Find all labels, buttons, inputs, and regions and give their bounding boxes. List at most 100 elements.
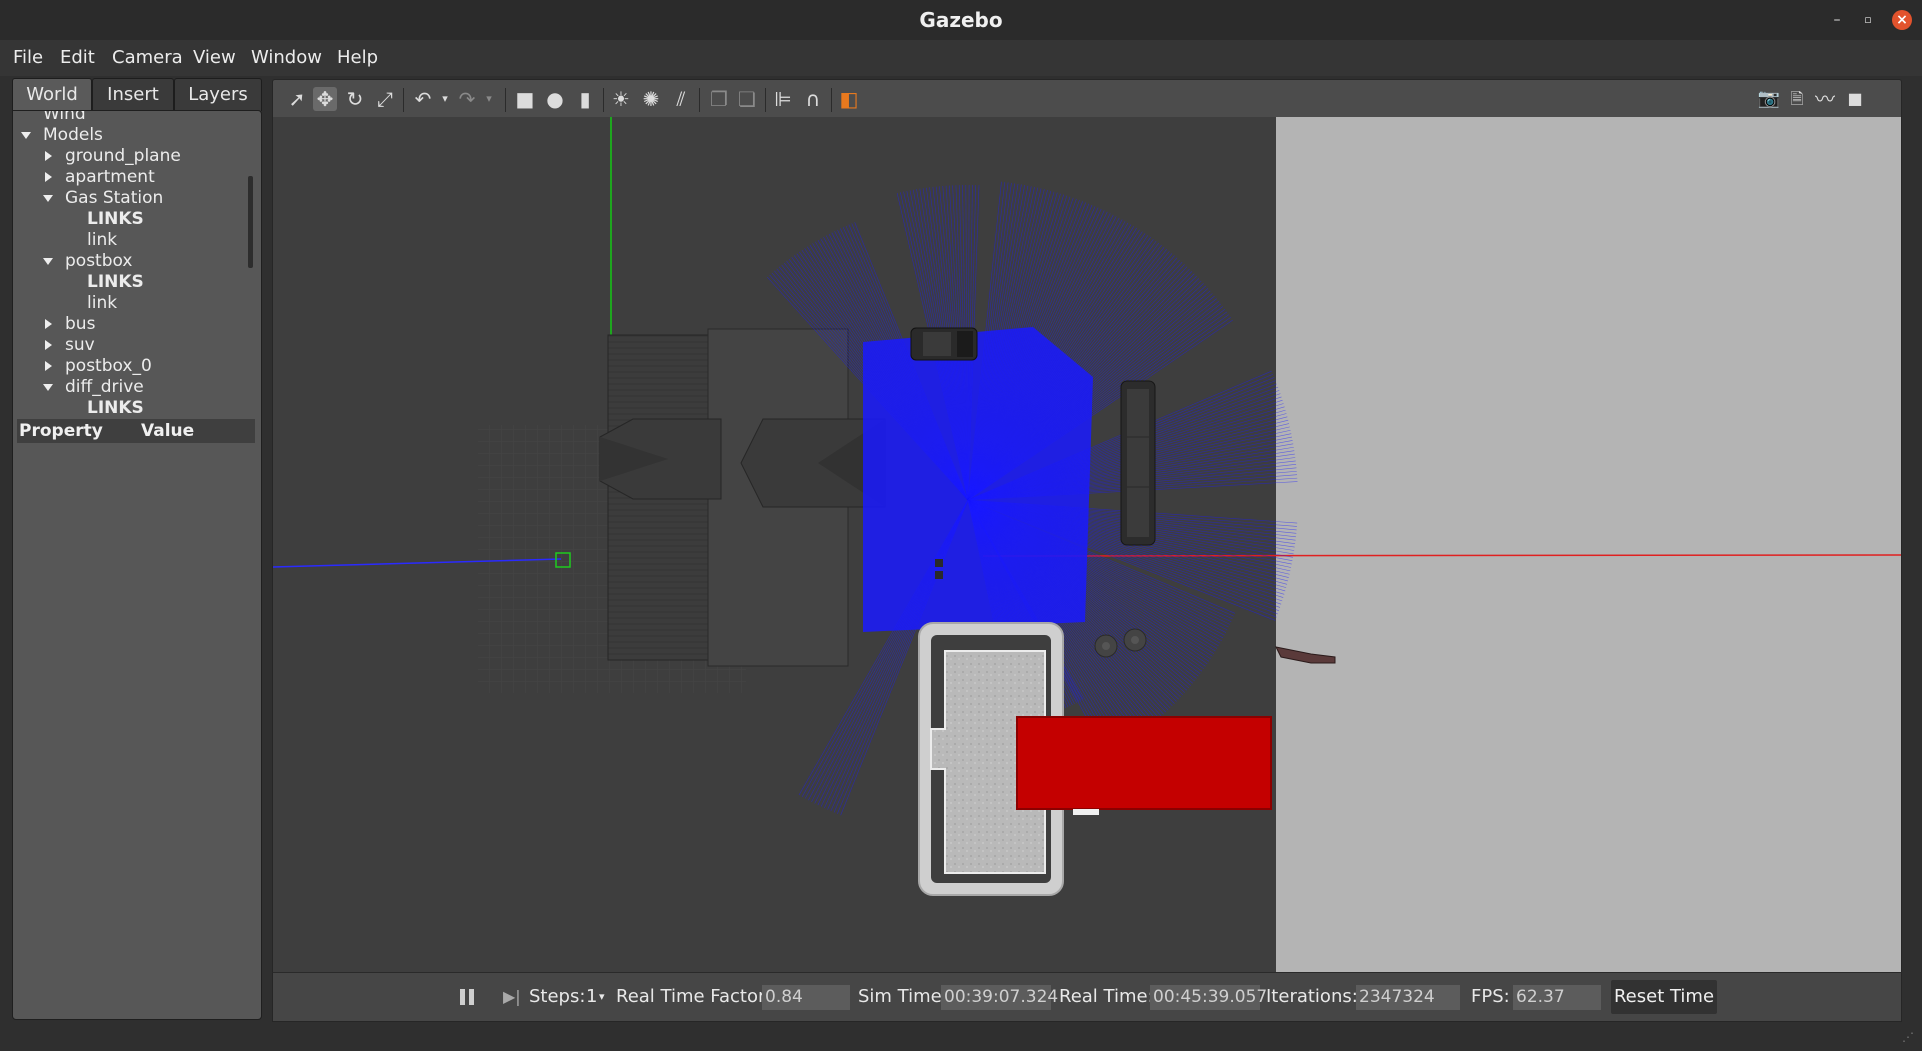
tree-item[interactable]: LINKS: [87, 398, 144, 417]
point-light-icon[interactable]: ☀: [609, 87, 633, 111]
toolbar: ➚ ✥ ↻ ⤢ ↶ ▾ ↷ ▾ ■ ● ▮ ☀ ✺ ⫽ ❐ ❏ ⊫ ∩ ◧ 📷 …: [272, 79, 1902, 119]
real-time-label: Real Time:: [1059, 986, 1154, 1007]
apartment-floor: [1276, 117, 1901, 972]
fps-field: 62.37: [1513, 985, 1601, 1010]
tree-item[interactable]: Models: [43, 125, 103, 145]
toolbar-separator: [699, 88, 700, 112]
maximize-button[interactable]: ▫: [1858, 10, 1878, 30]
tree-item[interactable]: suv: [65, 335, 95, 355]
tree-scrollbar[interactable]: [248, 176, 253, 268]
menu-camera[interactable]: Camera: [112, 40, 183, 76]
select-icon[interactable]: ➚: [285, 87, 309, 111]
toolbar-separator: [765, 88, 766, 112]
collapsed-arrow-icon[interactable]: [45, 172, 52, 182]
rotate-icon[interactable]: ↻: [343, 87, 367, 111]
toolbar-separator: [603, 88, 604, 112]
align-icon[interactable]: ⊫: [771, 87, 795, 111]
world-panel: Wind Models ground_plane apartment Gas Stati…: [12, 110, 262, 1020]
paste-icon[interactable]: ❏: [735, 87, 759, 111]
title-bar: Gazebo – ▫ ×: [0, 0, 1922, 41]
translate-icon[interactable]: ✥: [313, 87, 337, 111]
change-view-icon[interactable]: ◧: [837, 87, 861, 111]
fire-truck-model[interactable]: [1016, 716, 1272, 815]
record-video-icon[interactable]: ■: [1843, 87, 1867, 111]
tab-insert[interactable]: Insert: [92, 78, 174, 111]
menu-view[interactable]: View: [193, 40, 236, 76]
cylinder-icon[interactable]: ▮: [573, 87, 597, 111]
sphere-icon[interactable]: ●: [543, 87, 567, 111]
tree-item[interactable]: apartment: [65, 167, 155, 187]
expand-arrow-icon[interactable]: [43, 384, 53, 391]
scale-icon[interactable]: ⤢: [373, 87, 397, 111]
value-column-header: Value: [141, 421, 195, 441]
pause-icon: [469, 989, 474, 1005]
pause-button[interactable]: [460, 989, 474, 1005]
menu-edit[interactable]: Edit: [60, 40, 95, 76]
step-icon[interactable]: ▶|: [503, 987, 521, 1006]
steps-label: Steps:: [529, 986, 586, 1007]
pause-icon: [460, 989, 465, 1005]
tree-item[interactable]: postbox_0: [65, 356, 152, 376]
scene-render[interactable]: [273, 117, 1901, 972]
suv-model[interactable]: [910, 327, 978, 361]
tab-world[interactable]: World: [12, 78, 92, 111]
window-title: Gazebo: [919, 8, 1003, 32]
screenshot-icon[interactable]: 📷: [1757, 87, 1781, 111]
tree-item[interactable]: Wind: [43, 111, 86, 124]
x-axis-line: [982, 554, 1901, 557]
real-time-field: 00:45:39.057: [1150, 985, 1267, 1010]
reset-time-button[interactable]: Reset Time: [1611, 980, 1717, 1014]
iterations-label: Iterations:: [1266, 986, 1358, 1007]
toolbar-separator: [831, 88, 832, 112]
spot-light-icon[interactable]: ✺: [639, 87, 663, 111]
steps-dropdown-icon[interactable]: ▾: [599, 973, 605, 1021]
expand-arrow-icon[interactable]: [43, 258, 53, 265]
real-time-factor-field: 0.84: [762, 985, 850, 1010]
directional-light-icon[interactable]: ⫽: [669, 87, 693, 111]
tree-item[interactable]: LINKS: [87, 209, 144, 229]
minimize-button[interactable]: –: [1827, 10, 1847, 30]
tree-item[interactable]: Gas Station: [65, 188, 163, 208]
gas-station-building[interactable]: [599, 328, 886, 667]
left-panel: World Insert Layers Wind Models ground_pla…: [12, 78, 262, 1020]
tree-item[interactable]: bus: [65, 314, 95, 334]
copy-icon[interactable]: ❐: [707, 87, 731, 111]
undo-icon[interactable]: ↶: [411, 87, 435, 111]
expand-arrow-icon[interactable]: [43, 195, 53, 202]
tree-item[interactable]: LINKS: [87, 272, 144, 292]
bus-model[interactable]: [1120, 380, 1156, 546]
sim-time-field: 00:39:07.324: [941, 985, 1058, 1010]
box-icon[interactable]: ■: [513, 87, 537, 111]
tree-item[interactable]: link: [87, 230, 117, 250]
magnet-icon[interactable]: ∩: [801, 87, 825, 111]
expand-arrow-icon[interactable]: [21, 132, 31, 139]
scene-viewport[interactable]: [272, 117, 1902, 972]
menu-help[interactable]: Help: [337, 40, 378, 76]
close-button[interactable]: ×: [1892, 10, 1912, 30]
redo-icon[interactable]: ↷: [455, 87, 479, 111]
sim-time-label: Sim Time:: [858, 986, 948, 1007]
collapsed-arrow-icon[interactable]: [45, 340, 52, 350]
redo-history-icon[interactable]: ▾: [477, 87, 501, 111]
property-table-header: Property Value: [17, 419, 255, 443]
collapsed-arrow-icon[interactable]: [45, 361, 52, 371]
collapsed-arrow-icon[interactable]: [45, 319, 52, 329]
plot-icon[interactable]: 〰: [1813, 87, 1837, 111]
world-tree[interactable]: Wind Models ground_plane apartment Gas Stati…: [13, 111, 253, 417]
toolbar-separator: [403, 88, 404, 112]
tree-item[interactable]: postbox: [65, 251, 132, 271]
tree-item[interactable]: link: [87, 293, 117, 313]
menu-file[interactable]: File: [13, 40, 43, 76]
tab-layers[interactable]: Layers: [174, 78, 262, 111]
tree-item[interactable]: ground_plane: [65, 146, 181, 166]
collapsed-arrow-icon[interactable]: [45, 151, 52, 161]
tree-item[interactable]: diff_drive: [65, 377, 144, 397]
real-time-factor-label: Real Time Factor:: [616, 986, 772, 1007]
steps-value[interactable]: 1: [586, 973, 597, 1021]
property-column-header: Property: [19, 421, 103, 441]
undo-history-icon[interactable]: ▾: [433, 87, 457, 111]
log-icon[interactable]: 🗎: [1785, 87, 1809, 111]
resize-grip[interactable]: ⋰: [1902, 1030, 1916, 1044]
menu-bar: File Edit Camera View Window Help: [0, 40, 1922, 76]
menu-window[interactable]: Window: [251, 40, 322, 76]
